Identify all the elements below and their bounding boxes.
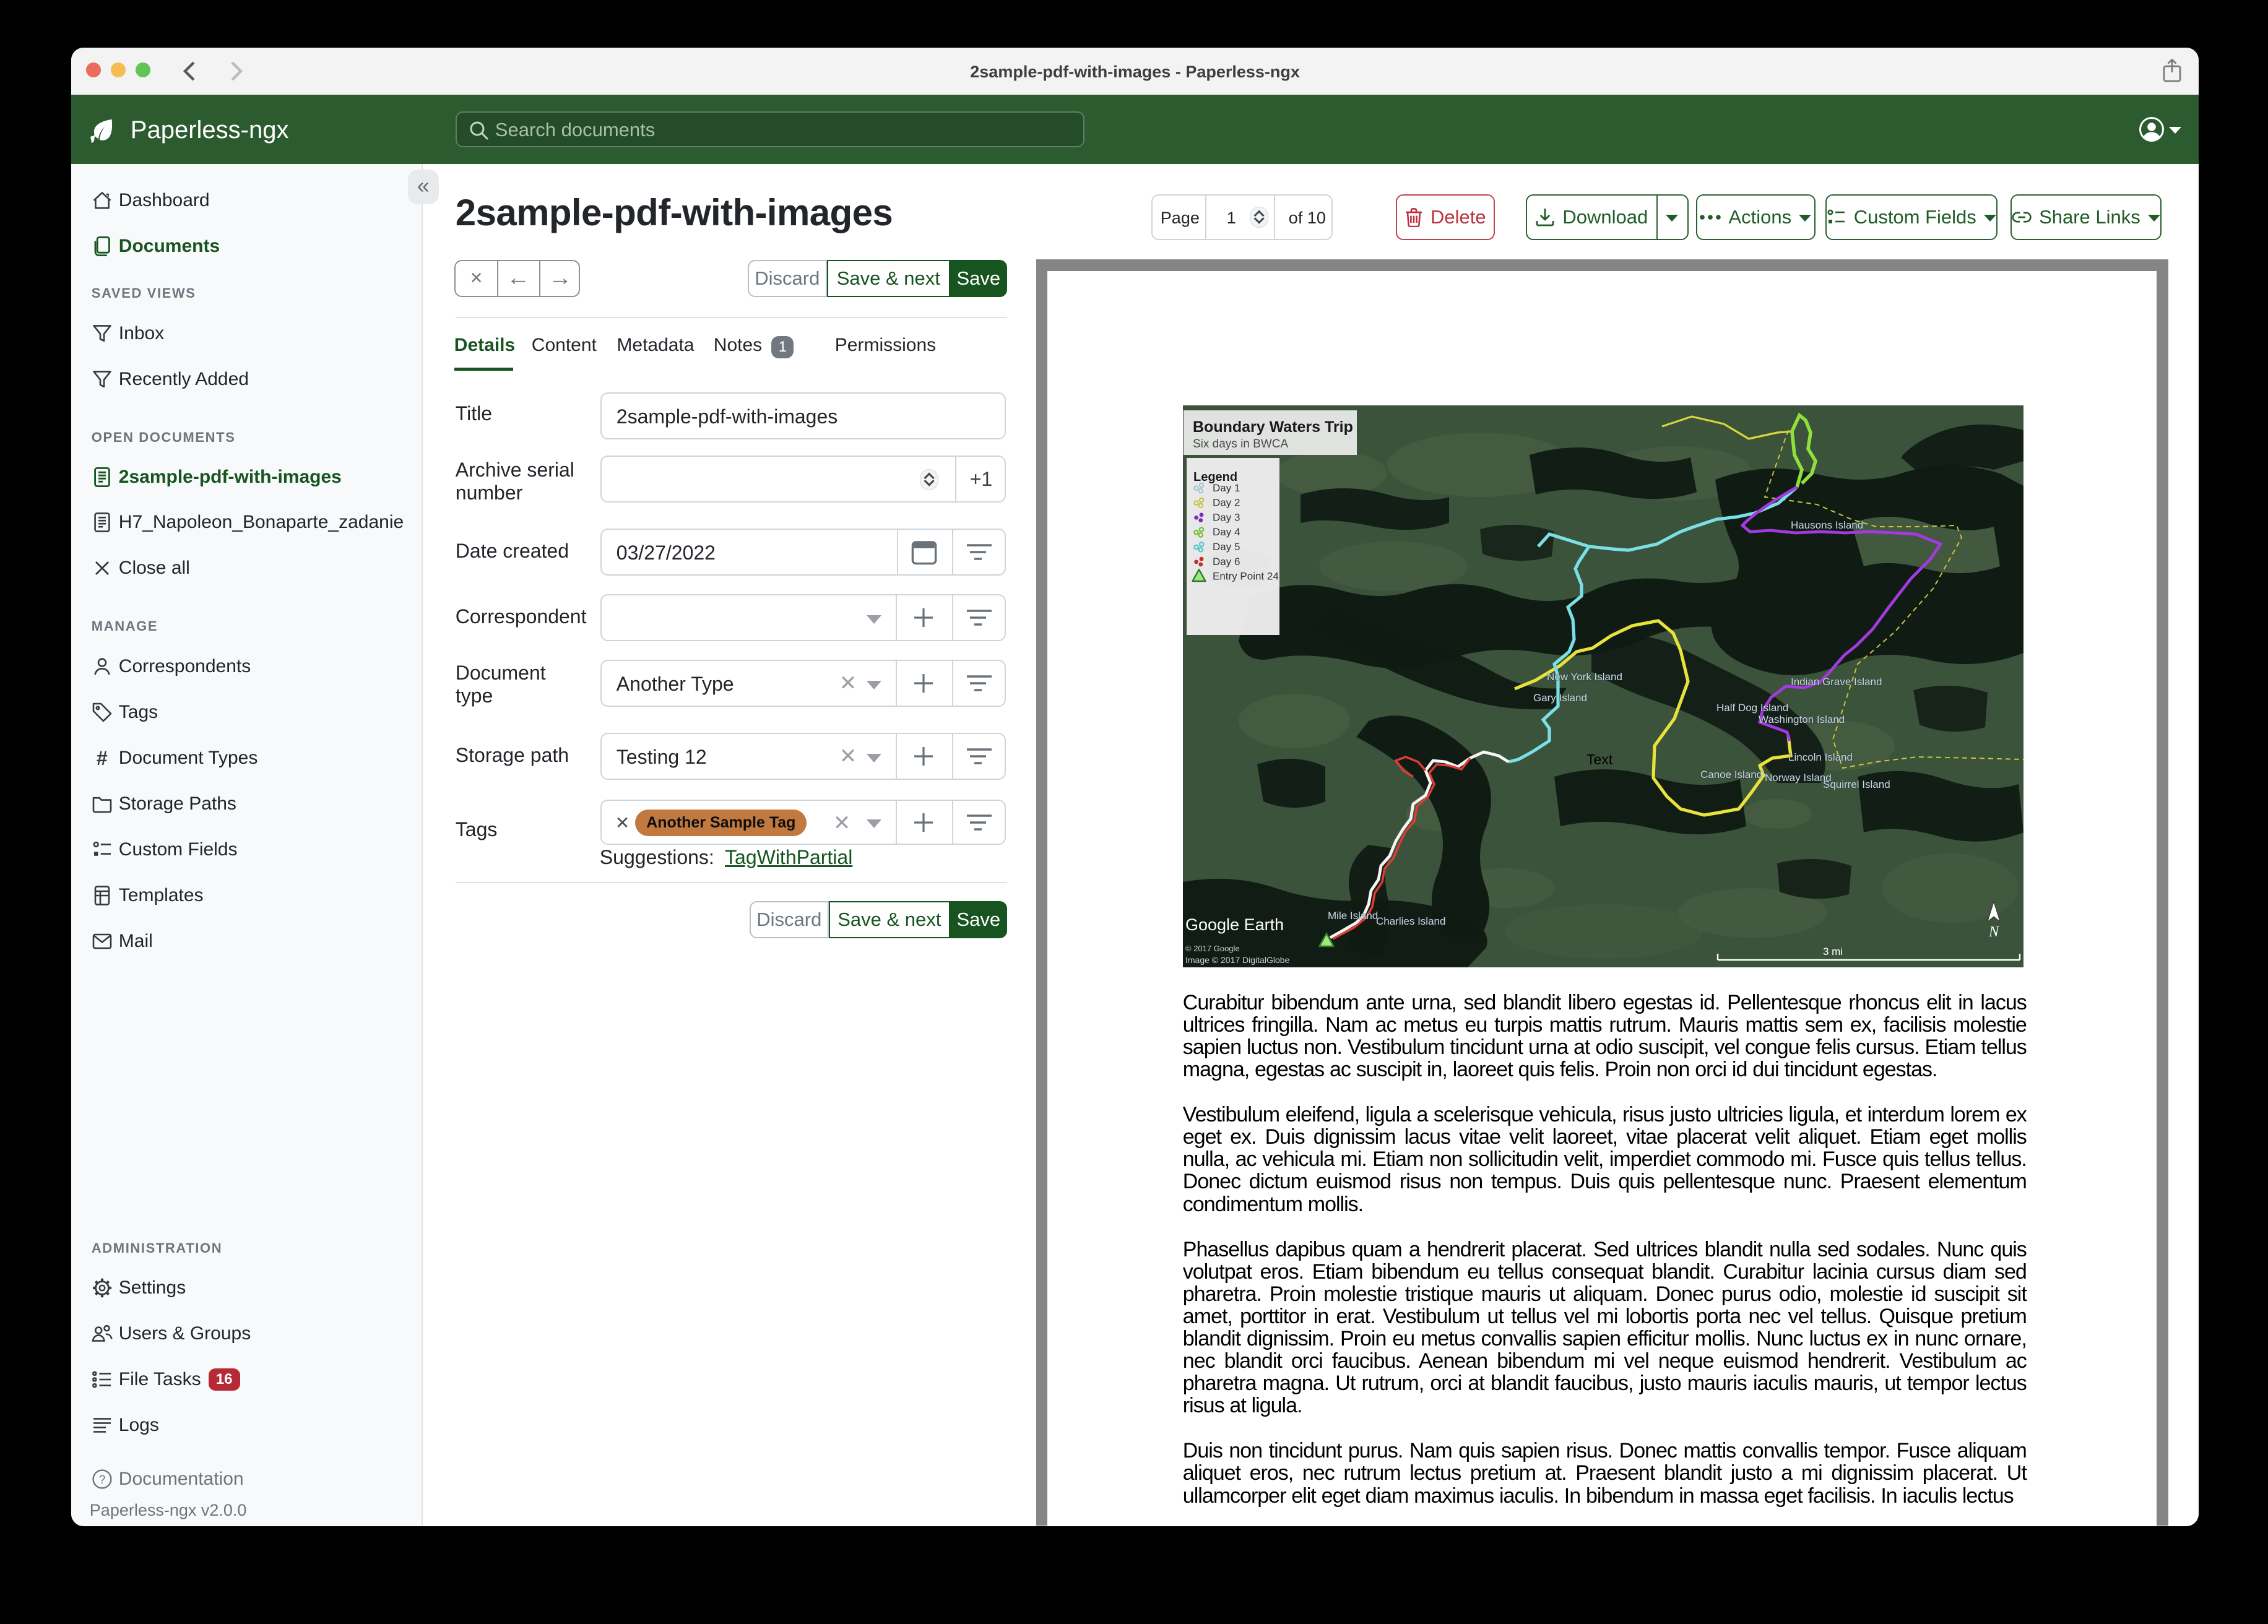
- svg-text:Mile Island: Mile Island: [1328, 910, 1378, 922]
- svg-text:Day 6: Day 6: [1213, 556, 1240, 568]
- svg-text:New York Island: New York Island: [1547, 671, 1622, 683]
- svg-text:© 2017 Google: © 2017 Google: [1185, 944, 1240, 953]
- svg-text:Day 3: Day 3: [1213, 511, 1240, 523]
- svg-text:3 mi: 3 mi: [1823, 946, 1843, 957]
- svg-text:Lincoln Island: Lincoln Island: [1788, 751, 1853, 763]
- svg-text:Half Dog Island: Half Dog Island: [1716, 702, 1788, 714]
- svg-text:Boundary Waters Trip: Boundary Waters Trip: [1193, 418, 1353, 436]
- svg-text:Entry Point 24: Entry Point 24: [1213, 570, 1279, 582]
- svg-text:Washington Island: Washington Island: [1759, 714, 1845, 725]
- svg-text:Google Earth: Google Earth: [1185, 915, 1284, 934]
- svg-text:Day 1: Day 1: [1213, 482, 1240, 494]
- svg-text:?: ?: [99, 1474, 106, 1487]
- svg-text:N: N: [1988, 924, 2000, 940]
- svg-text:Text: Text: [1586, 751, 1613, 767]
- svg-text:Charlies Island: Charlies Island: [1376, 915, 1445, 927]
- svg-text:Image © 2017 DigitalGlobe: Image © 2017 DigitalGlobe: [1185, 955, 1290, 965]
- svg-text:Canoe Island: Canoe Island: [1700, 769, 1762, 780]
- svg-text:Indian Grave Island: Indian Grave Island: [1791, 676, 1882, 688]
- svg-text:Six days in BWCA: Six days in BWCA: [1193, 438, 1288, 451]
- svg-text:Hausons Island: Hausons Island: [1791, 519, 1863, 531]
- svg-text:Squirrel Island: Squirrel Island: [1823, 779, 1890, 790]
- svg-text:Day 5: Day 5: [1213, 541, 1240, 553]
- svg-text:Day 2: Day 2: [1213, 496, 1240, 508]
- svg-text:Gary Island: Gary Island: [1533, 692, 1587, 704]
- svg-text:Norway Island: Norway Island: [1765, 772, 1832, 784]
- svg-text:Day 4: Day 4: [1213, 526, 1240, 538]
